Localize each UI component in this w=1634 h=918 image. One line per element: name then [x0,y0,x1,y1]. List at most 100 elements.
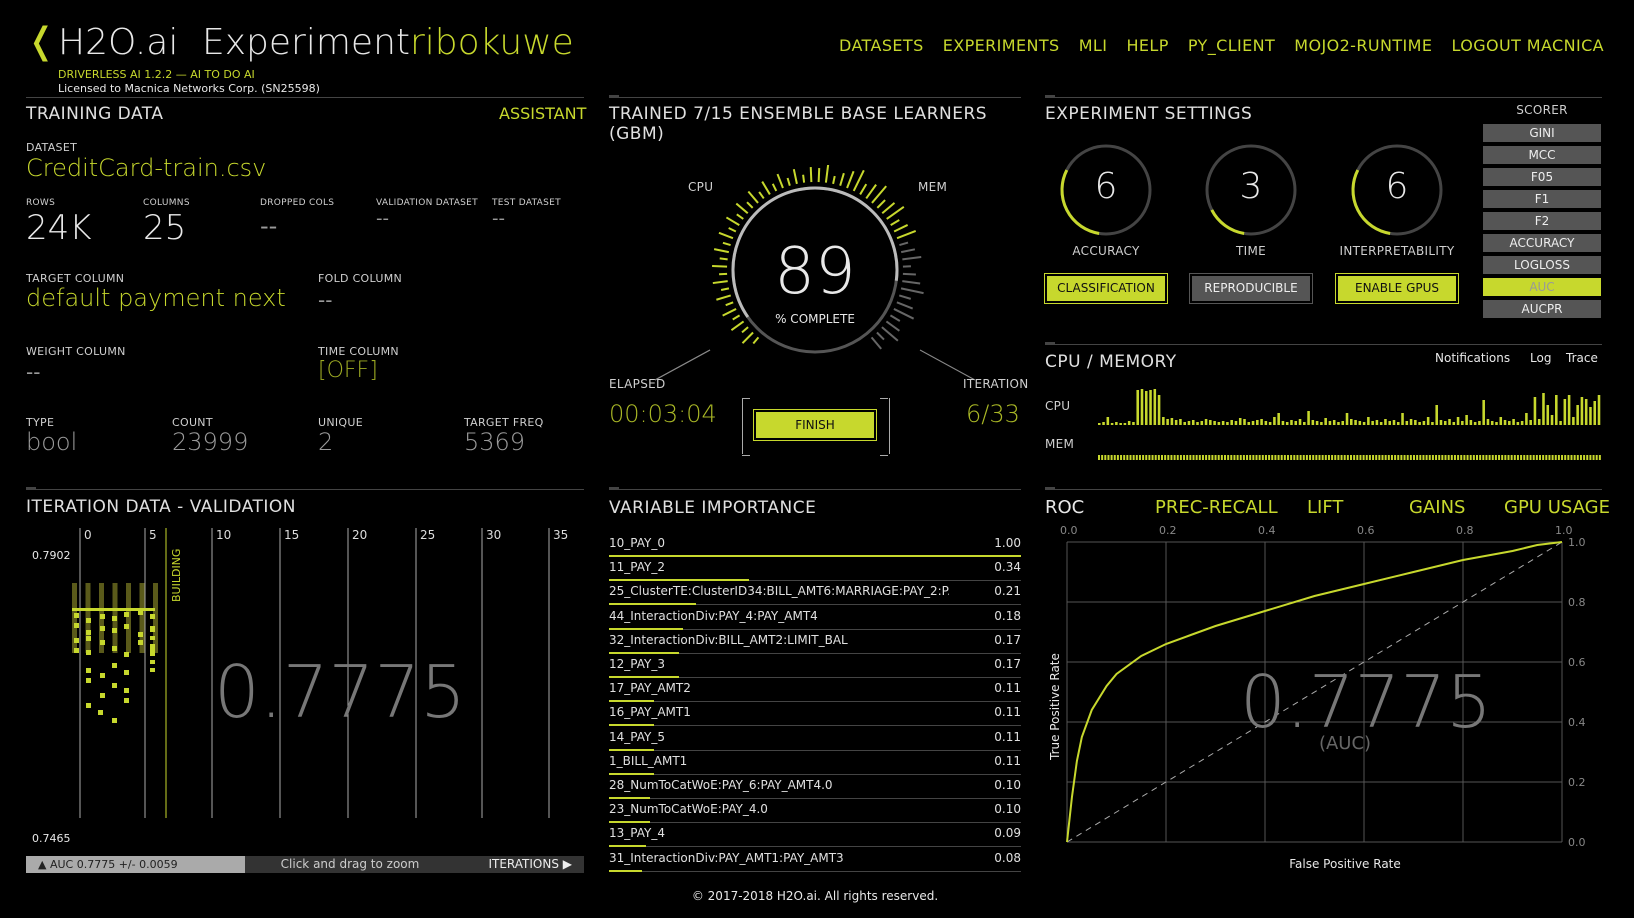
varimp-row[interactable]: 16_PAY_AMT1 0.11 [609,701,1021,727]
assistant-link[interactable]: ASSISTANT [499,104,586,123]
target-column-value[interactable]: default payment next [26,284,286,312]
iteration-x-tick: 20 [352,528,367,542]
page-title-prefix: Experiment [202,22,411,63]
mem-bar [1400,455,1403,460]
nav-help[interactable]: HELP [1126,36,1168,55]
gauge-tick [728,227,737,233]
varimp-row[interactable]: 13_PAY_4 0.09 [609,822,1021,848]
zoom-hint[interactable]: Click and drag to zoom [245,856,455,873]
cpu-bar [1243,419,1246,425]
gauge-tick [902,280,921,285]
mem-bar [1394,455,1397,460]
gauge-tick [786,177,791,186]
varimp-row[interactable]: 23_NumToCatWoE:PAY_4.0 0.10 [609,798,1021,824]
mem-bar [1340,455,1343,460]
nav-logout[interactable]: LOGOUT MACNICA [1451,36,1604,55]
mem-bar [1450,455,1453,460]
varimp-row[interactable]: 10_PAY_0 1.00 [609,532,1021,557]
test-dataset-value[interactable]: -- [492,208,505,229]
varimp-row[interactable]: 25_ClusterTE:ClusterID34:BILL_AMT6:MARRI… [609,580,1021,606]
mem-bar [1274,455,1277,460]
varimp-feature-name: 13_PAY_4 [609,826,665,841]
log-link[interactable]: Log [1530,351,1551,365]
cpu-bar [1563,399,1567,425]
enable-gpus-button[interactable]: ENABLE GPUS [1338,276,1456,301]
mem-bar [1290,455,1293,460]
tab-lift[interactable]: LIFT [1307,497,1343,518]
gauge-tick [761,181,771,195]
mem-bar [1271,455,1274,460]
scorer-f1[interactable]: F1 [1483,190,1601,208]
scorer-f05[interactable]: F05 [1483,168,1601,186]
mem-bar [1390,455,1393,460]
finish-button[interactable]: FINISH [756,412,874,438]
mem-bar [1151,455,1154,460]
notifications-link[interactable]: Notifications [1435,351,1510,365]
dataset-name[interactable]: CreditCard-train.csv [26,154,266,182]
scorer-mcc[interactable]: MCC [1483,146,1601,164]
scorer-auc[interactable]: AUC [1483,278,1601,296]
mem-bar [1261,455,1264,460]
mem-bar [1387,455,1390,460]
roc-auc-label: (AUC) [1318,733,1372,754]
iteration-x-tick: 10 [216,528,231,542]
varimp-row[interactable]: 32_InteractionDiv:BILL_AMT2:LIMIT_BAL 0.1… [609,629,1021,654]
gauge-tick [859,183,868,195]
mem-bar [1457,455,1460,460]
varimp-row[interactable]: 14_PAY_5 0.11 [609,726,1021,751]
nav-py-client[interactable]: PY_CLIENT [1188,36,1275,55]
gauge-tick [722,241,731,247]
mem-bar [1561,455,1564,460]
nav-datasets[interactable]: DATASETS [839,36,924,55]
cpu-bar [1550,415,1554,425]
varimp-row[interactable]: 12_PAY_3 0.17 [609,653,1021,678]
iterations-button[interactable]: ITERATIONS ▶ [455,856,584,873]
back-chevron-icon[interactable]: ❬ [26,24,56,60]
scorer-aucpr[interactable]: AUCPR [1483,300,1601,318]
varimp-row[interactable]: 44_InteractionDiv:PAY_4:PAY_AMT4 0.18 [609,605,1021,630]
reproducible-button[interactable]: REPRODUCIBLE [1192,276,1310,301]
experiment-name[interactable]: ribokuwe [410,22,574,63]
iteration-point [74,623,79,628]
iteration-point [86,678,91,683]
varimp-row[interactable]: 1_BILL_AMT1 0.11 [609,750,1021,775]
mem-bar [1334,455,1337,460]
weight-column-value[interactable]: -- [26,360,40,384]
varimp-feature-name: 44_InteractionDiv:PAY_4:PAY_AMT4 [609,608,818,623]
tab-prec-recall[interactable]: PREC-RECALL [1155,497,1278,518]
mem-bar [1233,455,1236,460]
varimp-row[interactable]: 17_PAY_AMT2 0.11 [609,677,1021,703]
cpu-bar [1448,419,1451,425]
brand-logo[interactable]: H2O.ai [58,22,178,63]
cpu-bar [1204,419,1208,425]
scorer-accuracy[interactable]: ACCURACY [1483,234,1601,252]
nav-experiments[interactable]: EXPERIMENTS [943,36,1060,55]
time-column-value[interactable]: [OFF] [318,358,378,383]
scorer-f2[interactable]: F2 [1483,212,1601,230]
mem-bar [1535,455,1538,460]
varimp-row[interactable]: 11_PAY_2 0.34 [609,556,1021,582]
tab-gpu-usage[interactable]: GPU USAGE [1504,497,1610,518]
mem-bar [1520,455,1523,460]
varimp-row[interactable]: 28_NumToCatWoE:PAY_6:PAY_AMT4.0 0.10 [609,774,1021,799]
fold-column-label: FOLD COLUMN [318,272,403,285]
tab-roc[interactable]: ROC [1045,497,1084,518]
nav-mojo2-runtime[interactable]: MOJO2-RUNTIME [1294,36,1432,55]
nav-mli[interactable]: MLI [1079,36,1108,55]
tab-gains[interactable]: GAINS [1409,497,1465,518]
cpu-bar [1115,422,1118,425]
roc-x-tick: 0.0 [1060,524,1078,537]
iteration-point [124,688,129,693]
trace-link[interactable]: Trace [1566,351,1598,365]
varimp-row[interactable]: 31_InteractionDiv:PAY_AMT1:PAY_AMT3 0.08 [609,847,1021,872]
scorer-gini[interactable]: GINI [1483,124,1601,142]
cpu-bar [1516,422,1520,425]
mem-bar [1350,455,1352,460]
validation-dataset-value[interactable]: -- [376,208,389,229]
classification-button[interactable]: CLASSIFICATION [1047,276,1165,301]
cpu-bar [1260,419,1263,425]
scorer-logloss[interactable]: LOGLOSS [1483,256,1601,274]
varimp-feature-name: 28_NumToCatWoE:PAY_6:PAY_AMT4.0 [609,778,833,792]
mem-bar [1154,455,1157,460]
fold-column-value[interactable]: -- [318,288,332,312]
